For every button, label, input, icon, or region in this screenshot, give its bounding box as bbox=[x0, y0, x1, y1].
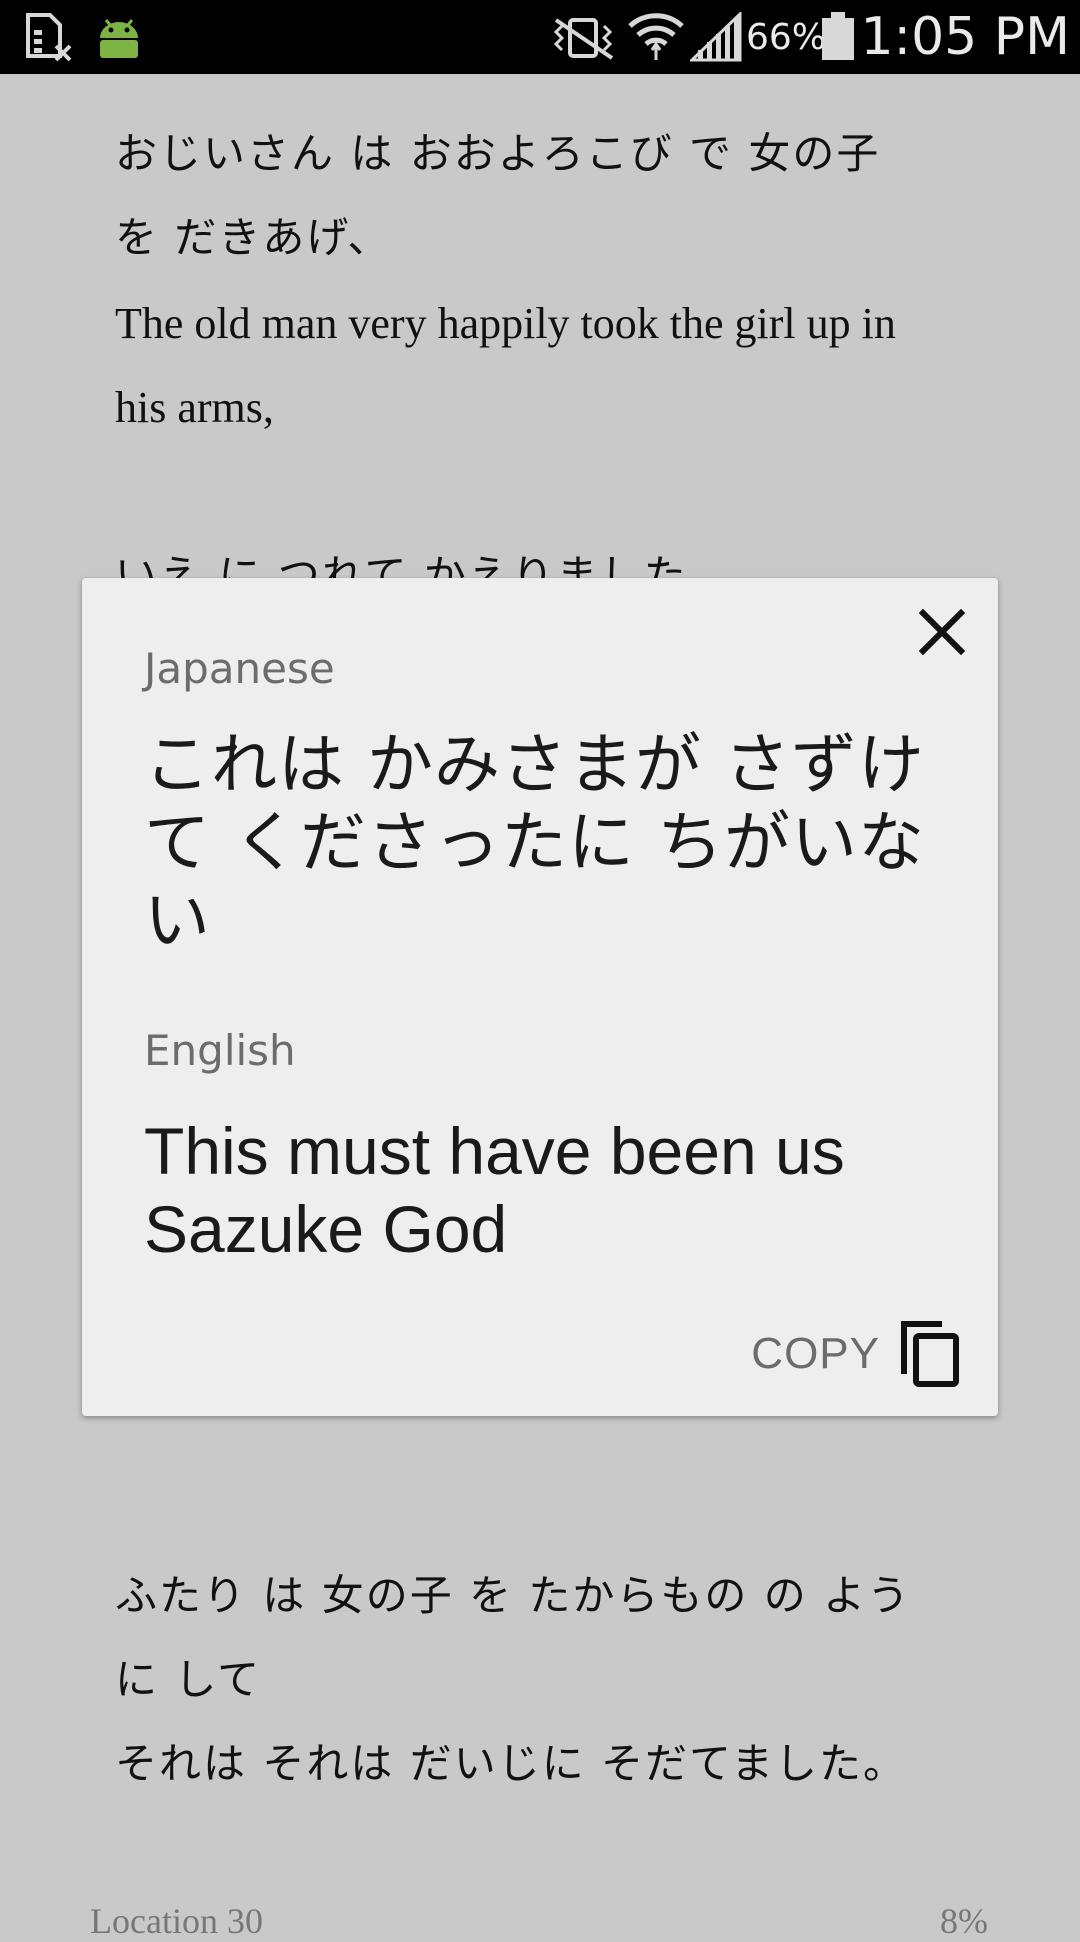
wifi-icon bbox=[626, 8, 686, 68]
source-language-label: Japanese bbox=[144, 644, 335, 693]
close-button[interactable] bbox=[910, 600, 974, 664]
close-icon bbox=[919, 609, 965, 655]
copy-label: COPY bbox=[751, 1329, 880, 1378]
reader-paragraph-en: The old man very happily took the girl u… bbox=[115, 282, 985, 450]
signal-icon bbox=[688, 10, 742, 66]
reader-line: それは それは だいじに そだてました。 bbox=[115, 1739, 907, 1788]
reader-line: おじいさん は おおよろこび で 女の子 bbox=[115, 129, 881, 178]
android-icon bbox=[94, 12, 144, 66]
battery-icon bbox=[820, 10, 856, 66]
reader-line: his arms, bbox=[115, 383, 274, 432]
reader-progress-percent: 8% bbox=[940, 1901, 988, 1941]
copy-button[interactable]: COPY bbox=[751, 1316, 960, 1392]
reader-line: The old man very happily took the girl u… bbox=[115, 299, 896, 348]
vibrate-mute-icon bbox=[548, 14, 618, 66]
status-clock: 1:05 PM bbox=[860, 7, 1070, 67]
reader-line: に して bbox=[115, 1655, 262, 1704]
reader-paragraph-jp: おじいさん は おおよろこび で 女の子 を だきあげ、 bbox=[115, 112, 985, 280]
reader-paragraph-jp: ふたり は 女の子 を たからもの の よう に して それは それは だいじに… bbox=[115, 1554, 985, 1806]
status-bar: 66% 1:05 PM bbox=[0, 0, 1080, 74]
copy-icon bbox=[901, 1321, 959, 1387]
reader-line: ふたり は 女の子 を たからもの の よう bbox=[115, 1571, 912, 1620]
source-text: これは かみさまが さずけて くださったに ちがいない bbox=[144, 726, 925, 959]
target-language-label: English bbox=[144, 1026, 296, 1075]
file-x-icon bbox=[22, 12, 74, 66]
battery-percent: 66% bbox=[746, 17, 827, 58]
reader-location: Location 30 bbox=[90, 1901, 263, 1941]
reader-line: を だきあげ、 bbox=[115, 213, 392, 262]
translation-card: Japanese これは かみさまが さずけて くださったに ちがいない Eng… bbox=[82, 578, 998, 1416]
translated-text: This must have been us Sazuke God bbox=[144, 1114, 845, 1266]
